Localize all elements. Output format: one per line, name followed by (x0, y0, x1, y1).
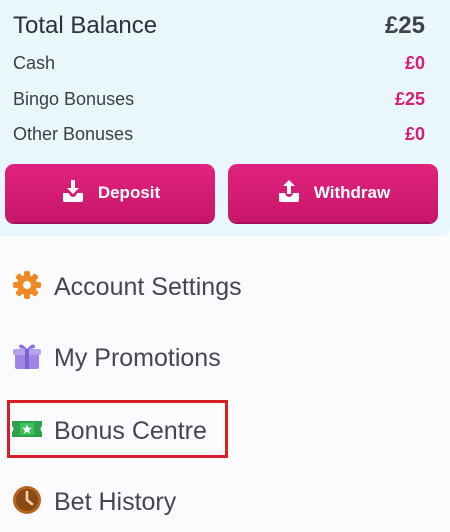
cash-value: £0 (404, 52, 425, 73)
menu-item-label: My Promotions (54, 343, 221, 372)
withdraw-button[interactable]: Withdraw (228, 164, 438, 222)
other-bonuses-value: £0 (404, 123, 425, 144)
deposit-icon (60, 178, 86, 209)
gift-icon (11, 340, 43, 377)
deposit-button[interactable]: Deposit (5, 164, 215, 222)
bingo-bonuses-row: Bingo Bonuses £25 (13, 87, 425, 111)
other-bonuses-row: Other Bonuses £0 (13, 122, 425, 146)
bingo-bonuses-value: £25 (394, 88, 425, 109)
total-balance-value: £25 (384, 12, 425, 39)
cash-row: Cash £0 (13, 51, 425, 75)
other-bonuses-label: Other Bonuses (13, 123, 134, 144)
total-balance-row: Total Balance £25 (13, 10, 425, 42)
withdraw-label: Withdraw (313, 183, 391, 202)
gear-icon (11, 269, 43, 306)
menu-item-label: Account Settings (54, 272, 242, 301)
cash-label: Cash (13, 52, 56, 73)
menu-item-account-settings[interactable]: Account Settings (11, 267, 242, 307)
withdraw-icon (276, 178, 302, 209)
menu-item-bet-history[interactable]: Bet History (11, 482, 176, 522)
menu-item-label: Bet History (54, 487, 177, 516)
bingo-bonuses-label: Bingo Bonuses (13, 88, 135, 109)
total-balance-label: Total Balance (13, 12, 158, 39)
menu-item-my-promotions[interactable]: My Promotions (11, 338, 221, 378)
balance-card: Total Balance £25 Cash £0 Bingo Bonuses … (0, 0, 450, 236)
clock-icon (11, 484, 43, 521)
highlight-box (7, 400, 228, 458)
deposit-label: Deposit (97, 183, 161, 202)
